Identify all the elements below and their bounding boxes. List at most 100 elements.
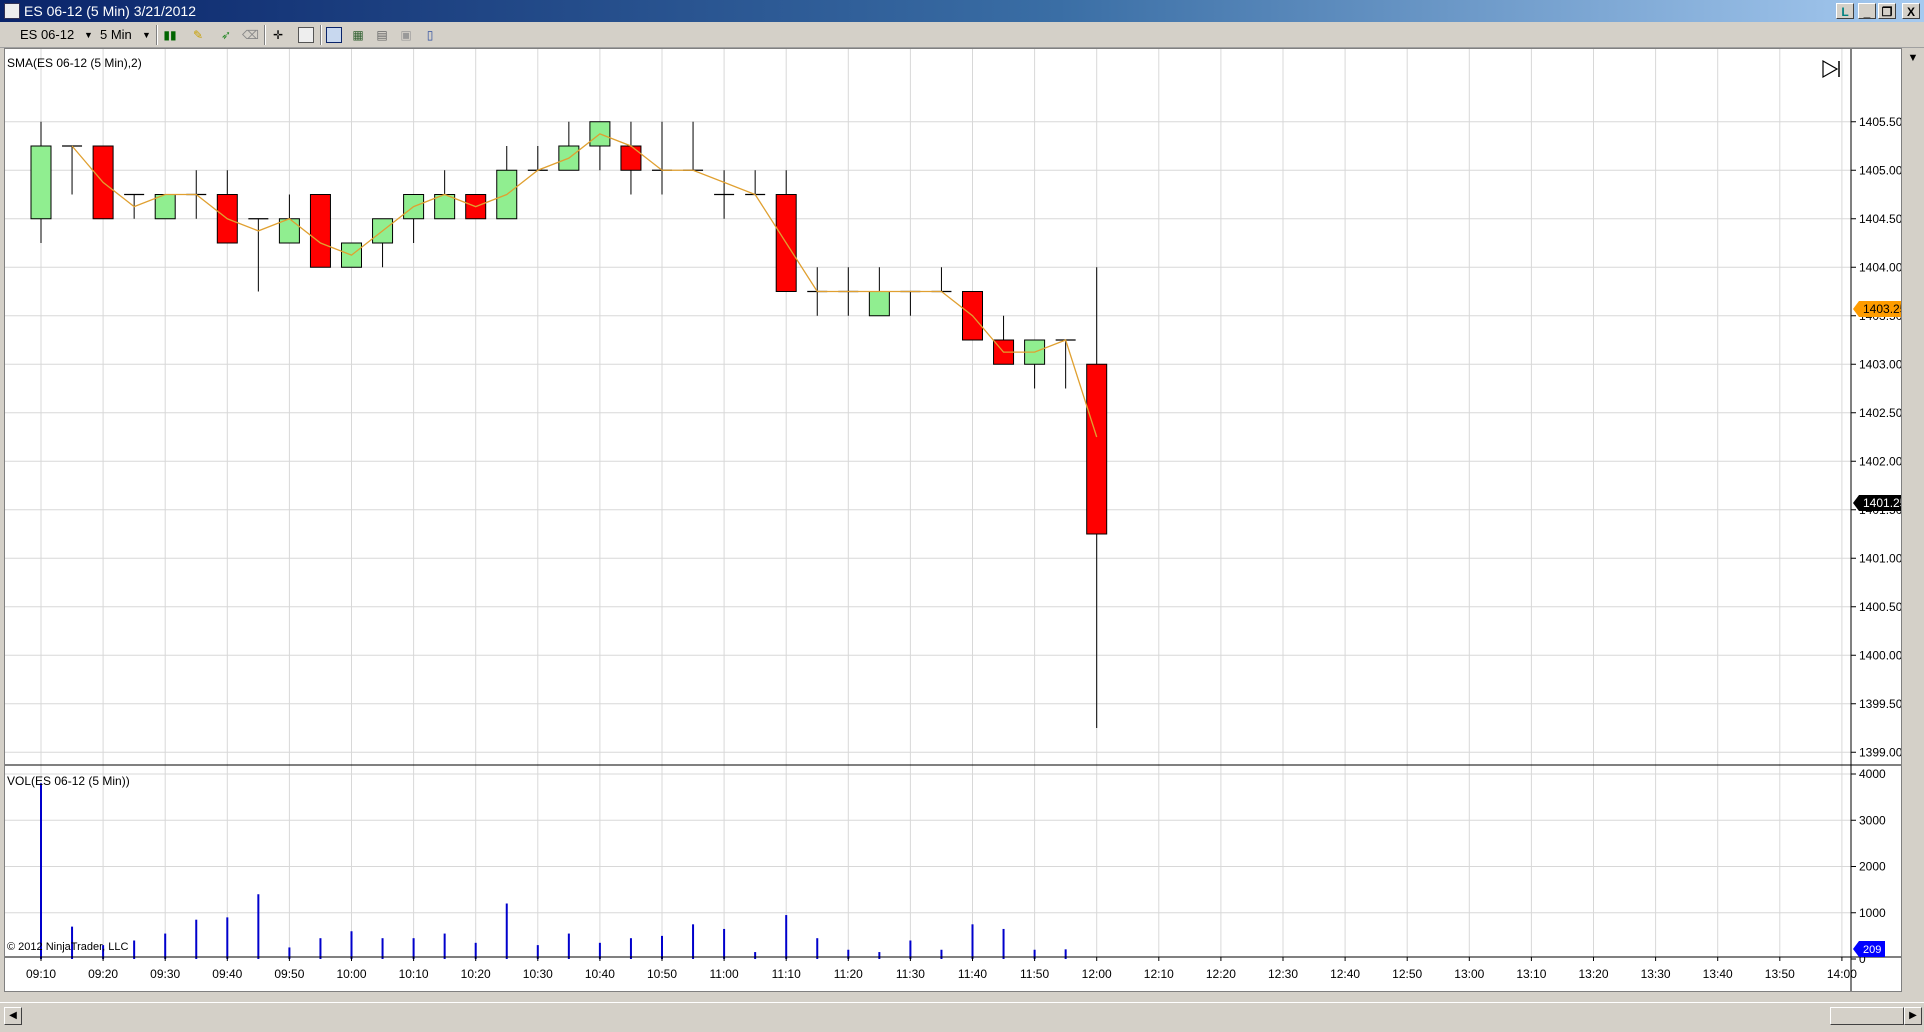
time-tick-label: 11:30 [896,967,925,981]
time-tick-label: 13:20 [1578,967,1608,981]
last-price-marker: 1401.25 [1853,495,1907,511]
interval-selector[interactable]: 5 Min [100,26,132,44]
copyright-label: © 2012 NinjaTrader, LLC [7,941,128,953]
last-price-label: 1401.25 [1863,496,1901,510]
time-tick-label: 13:10 [1516,967,1546,981]
time-tick-label: 10:30 [523,967,553,981]
print-icon[interactable]: ▣ [398,27,414,43]
time-tick-label: 13:30 [1641,967,1671,981]
price-tick-label: 1402.00 [1859,454,1901,468]
close-button[interactable]: X [1902,3,1920,19]
price-tick-label: 1405.50 [1859,115,1901,129]
time-tick-label: 10:40 [585,967,615,981]
candle-up [154,194,176,220]
volume-marker: 209 [1853,941,1885,957]
chevron-down-icon[interactable]: ▼ [142,26,151,44]
price-tick-label: 1400.50 [1859,600,1901,614]
toolbar-divider [320,25,322,45]
price-tick-label: 1401.00 [1859,551,1901,565]
properties-icon[interactable] [298,27,314,43]
price-tick-label: 1404.50 [1859,212,1901,226]
sma-price-marker: 1403.25 [1853,301,1907,317]
toolbar-divider [264,25,266,45]
volume-tick-label: 2000 [1859,860,1886,874]
price-tick-label: 1402.50 [1859,406,1901,420]
volume-marker-label: 209 [1863,944,1881,956]
candle-up [30,145,52,220]
scroll-right-button[interactable]: ▶ [1904,1007,1922,1025]
time-tick-label: 12:30 [1268,967,1298,981]
chart-grid [5,49,1851,957]
time-tick-label: 09:40 [212,967,242,981]
time-tick-label: 13:50 [1765,967,1795,981]
chevron-down-icon[interactable]: ▼ [84,26,93,44]
bar-type-icon[interactable]: ▮▮ [162,27,178,43]
pencil-draw-icon[interactable]: ✎ [190,27,206,43]
chart-image-icon[interactable]: ▤ [374,27,390,43]
eraser-icon[interactable]: ⌫ [242,27,259,43]
title-bar: ES 06-12 (5 Min) 3/21/2012 L _ ❐ X [0,0,1924,22]
price-tick-label: 1404.00 [1859,260,1901,274]
crosshair-icon[interactable]: ✛ [270,27,286,43]
instrument-selector[interactable]: ES 06-12 [20,26,74,44]
chevron-down-icon[interactable]: ▼ [1905,50,1921,66]
volume-tick-label: 3000 [1859,813,1886,827]
volume-bars [40,783,1067,959]
restore-button[interactable]: ❐ [1878,3,1896,19]
minimize-button[interactable]: _ [1858,3,1876,19]
price-tick-label: 1399.50 [1859,697,1901,711]
time-tick-label: 10:50 [647,967,677,981]
time-tick-label: 11:00 [710,967,739,981]
scroll-thumb[interactable] [1830,1007,1904,1025]
time-tick-label: 09:50 [274,967,304,981]
time-tick-label: 12:00 [1082,967,1112,981]
chart-canvas[interactable]: 09:10 09:20 09:30 09:40 09:50 10:00 10:10 10:20… [5,49,1907,991]
horizontal-scrollbar[interactable]: ◀ ▶ [0,1002,1924,1031]
time-tick-label: 12:20 [1206,967,1236,981]
link-button[interactable]: L [1836,3,1854,19]
price-tick-label: 1399.00 [1859,745,1901,759]
sma-marker-label: 1403.25 [1863,302,1901,316]
time-tick-label: 12:50 [1392,967,1422,981]
volume-tick-label: 4000 [1859,767,1886,781]
time-tick-label: 11:50 [1020,967,1049,981]
chart-area[interactable]: 09:10 09:20 09:30 09:40 09:50 10:00 10:10 10:20… [4,48,1907,992]
candle-up [434,194,456,220]
scroll-left-button[interactable]: ◀ [4,1007,22,1025]
chart-toolbar: ES 06-12 ▼ 5 Min ▼ ▮▮ ✎ ➶ ⌫ ✛ ▦ ▤ ▣ ▯ [0,22,1924,48]
time-tick-label: 10:00 [336,967,366,981]
candle-up [868,291,890,317]
vertical-scroll-strip[interactable]: ▼ [1902,48,1924,992]
price-panel-icon[interactable] [326,27,342,43]
time-tick-label: 09:30 [150,967,180,981]
sma-line [71,133,1098,438]
time-tick-label: 09:20 [88,967,118,981]
scroll-to-end-icon[interactable] [1822,59,1840,79]
price-tick-label: 1405.00 [1859,163,1901,177]
candle-down [309,194,331,268]
candle-down [1086,363,1108,535]
data-box-icon[interactable]: ▯ [422,27,438,43]
price-tick-label: 1403.00 [1859,357,1901,371]
window-title: ES 06-12 (5 Min) 3/21/2012 [24,3,196,19]
pointer-icon[interactable]: ➶ [218,27,234,43]
panels-icon[interactable]: ▦ [350,27,366,43]
time-tick-label: 12:10 [1144,967,1174,981]
time-tick-label: 10:10 [399,967,429,981]
candle-down [620,145,642,171]
time-tick-label: 13:00 [1454,967,1484,981]
time-tick-label: 11:10 [772,967,801,981]
toolbar-divider [156,25,158,45]
time-tick-label: 12:40 [1330,967,1360,981]
price-panel-label: SMA(ES 06-12 (5 Min),2) [7,56,142,70]
time-tick-label: 14:00 [1827,967,1857,981]
candle-up [278,218,300,244]
time-tick-label: 10:20 [461,967,491,981]
time-tick-label: 09:10 [26,967,56,981]
volume-tick-label: 1000 [1859,906,1886,920]
app-icon [4,3,20,19]
time-tick-label: 13:40 [1703,967,1733,981]
time-tick-label: 11:20 [834,967,863,981]
axis-labels: 09:10 09:20 09:30 09:40 09:50 10:00 10:10 10:20… [26,115,1903,981]
candlesticks [30,121,1108,728]
